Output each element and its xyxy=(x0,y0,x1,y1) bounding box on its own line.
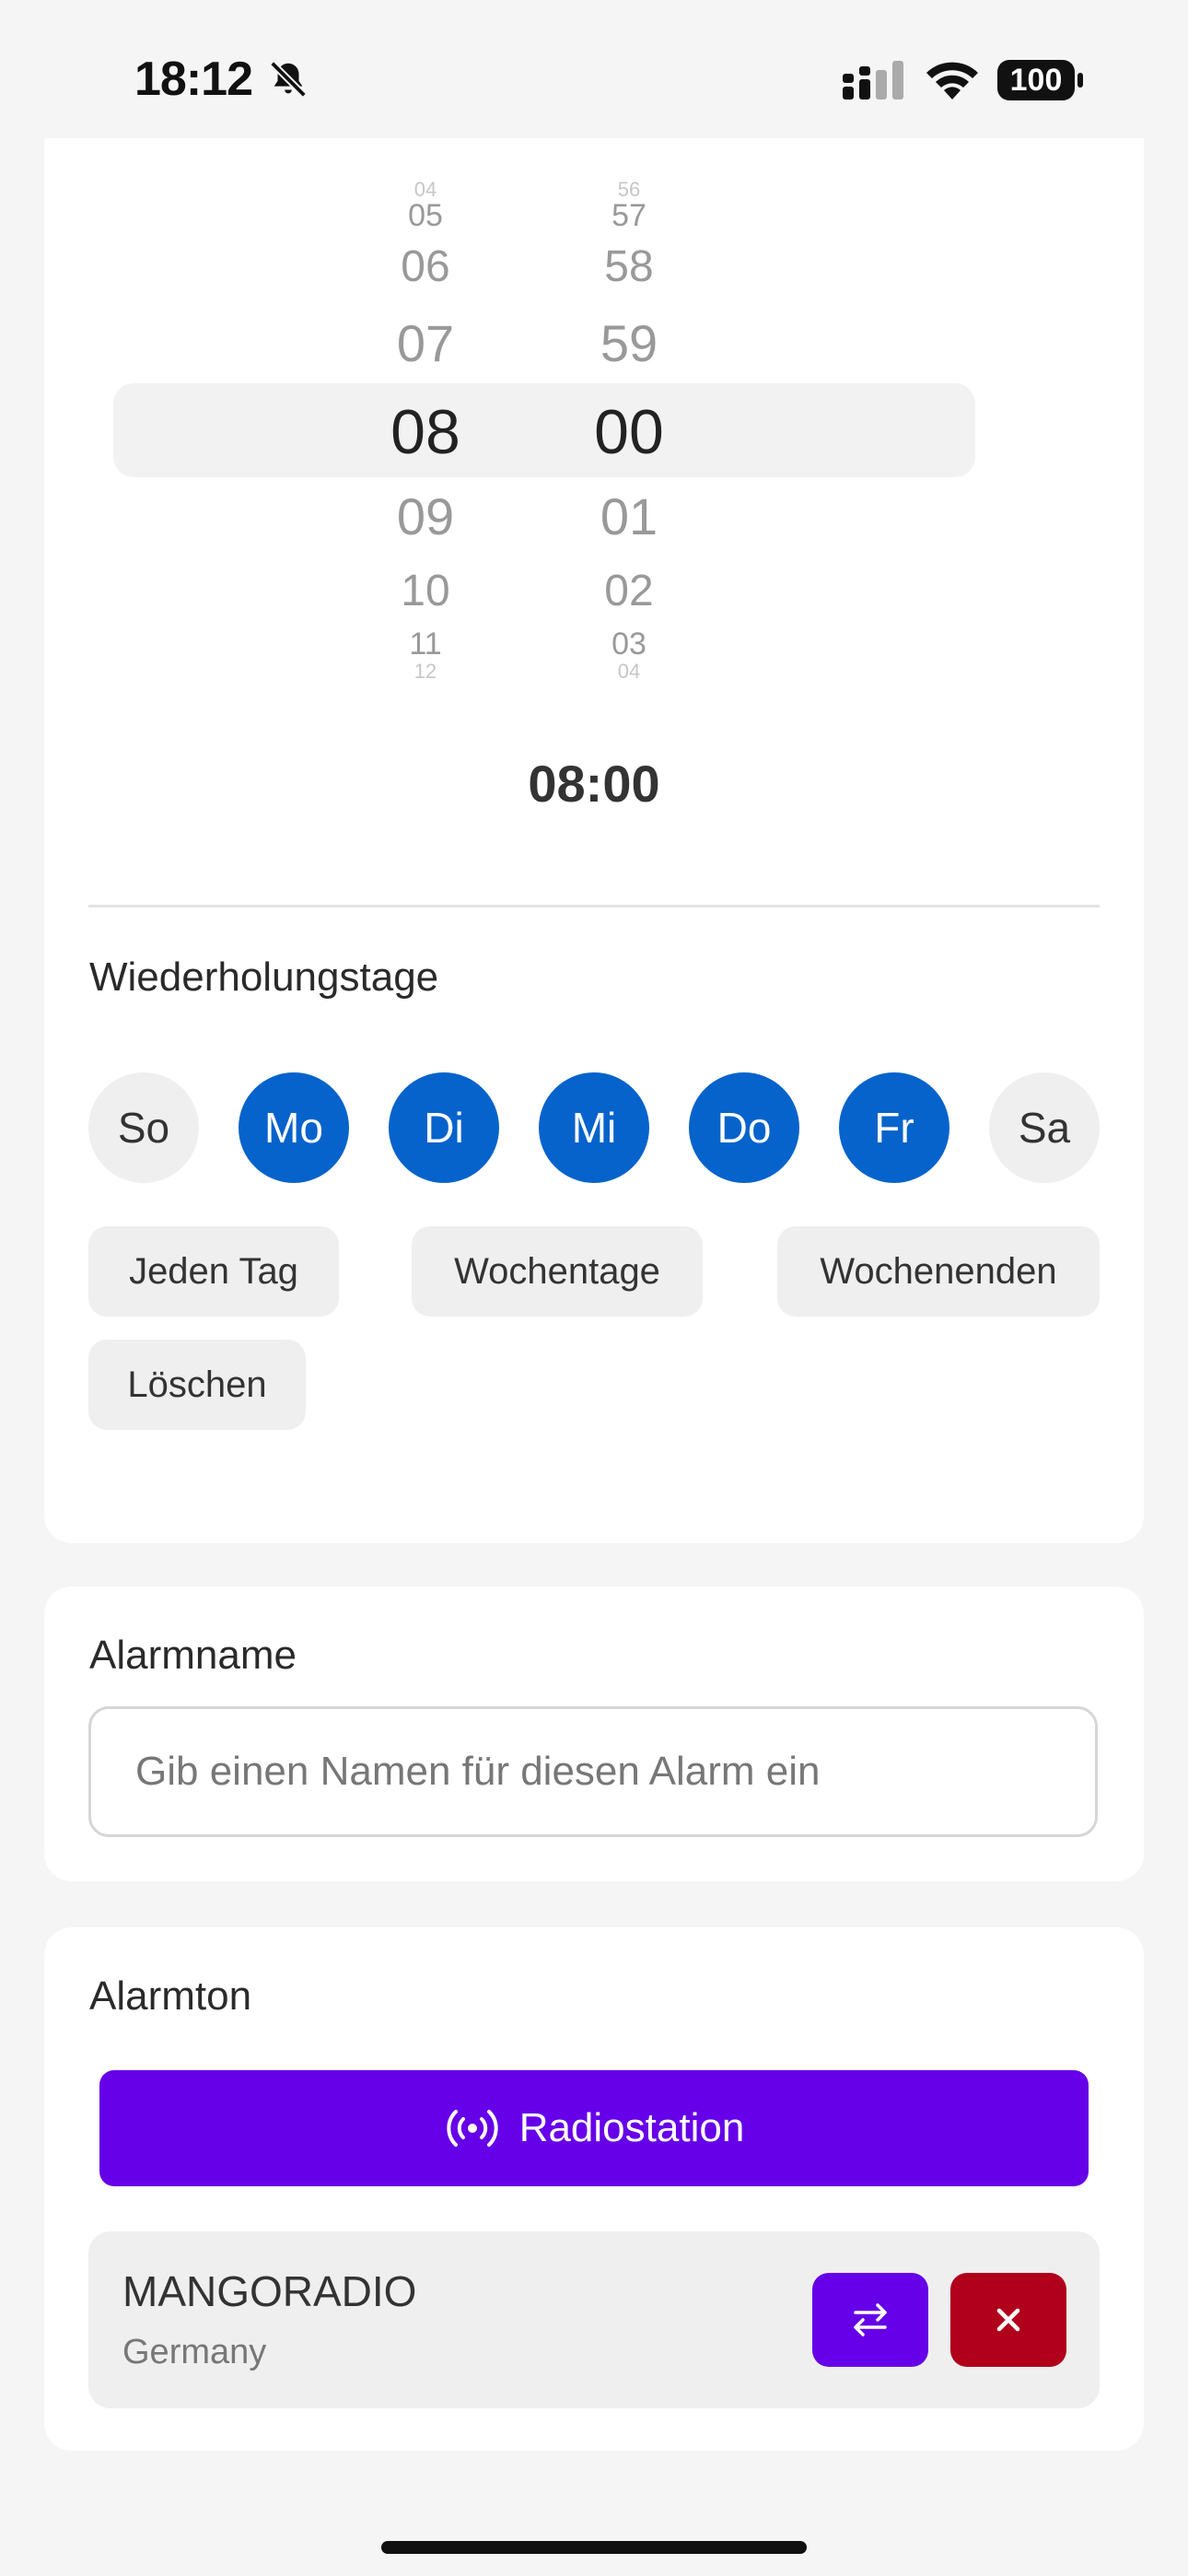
day-toggle-thursday[interactable]: Do xyxy=(689,1072,799,1183)
clear-days-button[interactable]: Löschen xyxy=(88,1340,306,1430)
day-toggle-sunday[interactable]: So xyxy=(88,1072,199,1183)
radio-station-button[interactable]: Radiostation xyxy=(99,2070,1089,2186)
home-indicator[interactable] xyxy=(381,2541,807,2554)
selected-minute[interactable]: 00 xyxy=(555,396,703,468)
preset-every-day-button[interactable]: Jeden Tag xyxy=(88,1226,339,1317)
minute-option[interactable]: 58 xyxy=(555,241,703,292)
status-bar: 18:12 100 xyxy=(0,0,1188,161)
hour-option[interactable]: 06 xyxy=(352,241,499,292)
bell-muted-icon xyxy=(270,61,307,98)
picker-selection-band xyxy=(113,383,975,477)
station-country: Germany xyxy=(122,2333,267,2371)
preset-weekdays-button[interactable]: Wochentage xyxy=(412,1226,703,1317)
hour-option[interactable]: 10 xyxy=(352,566,499,616)
status-time: 18:12 xyxy=(134,53,253,106)
hour-option[interactable]: 11 xyxy=(352,626,499,662)
alarm-name-input[interactable] xyxy=(88,1706,1098,1837)
day-toggle-monday[interactable]: Mo xyxy=(239,1072,349,1183)
minute-option[interactable]: 01 xyxy=(555,486,703,546)
alarm-name-title: Alarmname xyxy=(89,1633,297,1678)
selected-hour[interactable]: 08 xyxy=(352,396,499,468)
minute-option[interactable]: 57 xyxy=(555,198,703,234)
selected-time-display: 08:00 xyxy=(528,755,660,813)
hour-option[interactable]: 05 xyxy=(352,198,499,234)
divider xyxy=(88,905,1100,907)
selected-station: MANGORADIO Germany xyxy=(88,2231,1100,2408)
hour-option[interactable]: 09 xyxy=(352,486,499,546)
close-icon xyxy=(996,2308,1020,2332)
remove-station-button[interactable] xyxy=(950,2273,1066,2367)
hour-option[interactable]: 07 xyxy=(352,313,499,373)
minute-option[interactable]: 59 xyxy=(555,313,703,373)
day-toggle-friday[interactable]: Fr xyxy=(839,1072,949,1183)
wifi-icon xyxy=(926,62,978,100)
radio-station-button-label: Radiostation xyxy=(518,2105,745,2150)
day-toggle-wednesday[interactable]: Mi xyxy=(539,1072,649,1183)
day-toggle-saturday[interactable]: Sa xyxy=(989,1072,1100,1183)
alarm-sound-title: Alarmton xyxy=(89,1973,252,2019)
repeat-days-title: Wiederholungstage xyxy=(89,954,439,1000)
cellular-signal-icon xyxy=(843,61,903,100)
radio-broadcast-icon xyxy=(447,2110,498,2147)
minute-option[interactable]: 02 xyxy=(555,566,703,616)
change-station-button[interactable] xyxy=(812,2273,928,2367)
preset-weekends-button[interactable]: Wochenenden xyxy=(777,1226,1100,1317)
battery-level: 100 xyxy=(1009,63,1063,98)
station-name: MANGORADIO xyxy=(122,2267,417,2315)
swap-arrows-icon xyxy=(854,2303,887,2336)
minute-option[interactable]: 04 xyxy=(555,660,703,684)
day-toggle-tuesday[interactable]: Di xyxy=(389,1072,499,1183)
hour-option[interactable]: 12 xyxy=(352,660,499,684)
battery-icon: 100 xyxy=(996,59,1085,101)
minute-option[interactable]: 03 xyxy=(555,626,703,662)
